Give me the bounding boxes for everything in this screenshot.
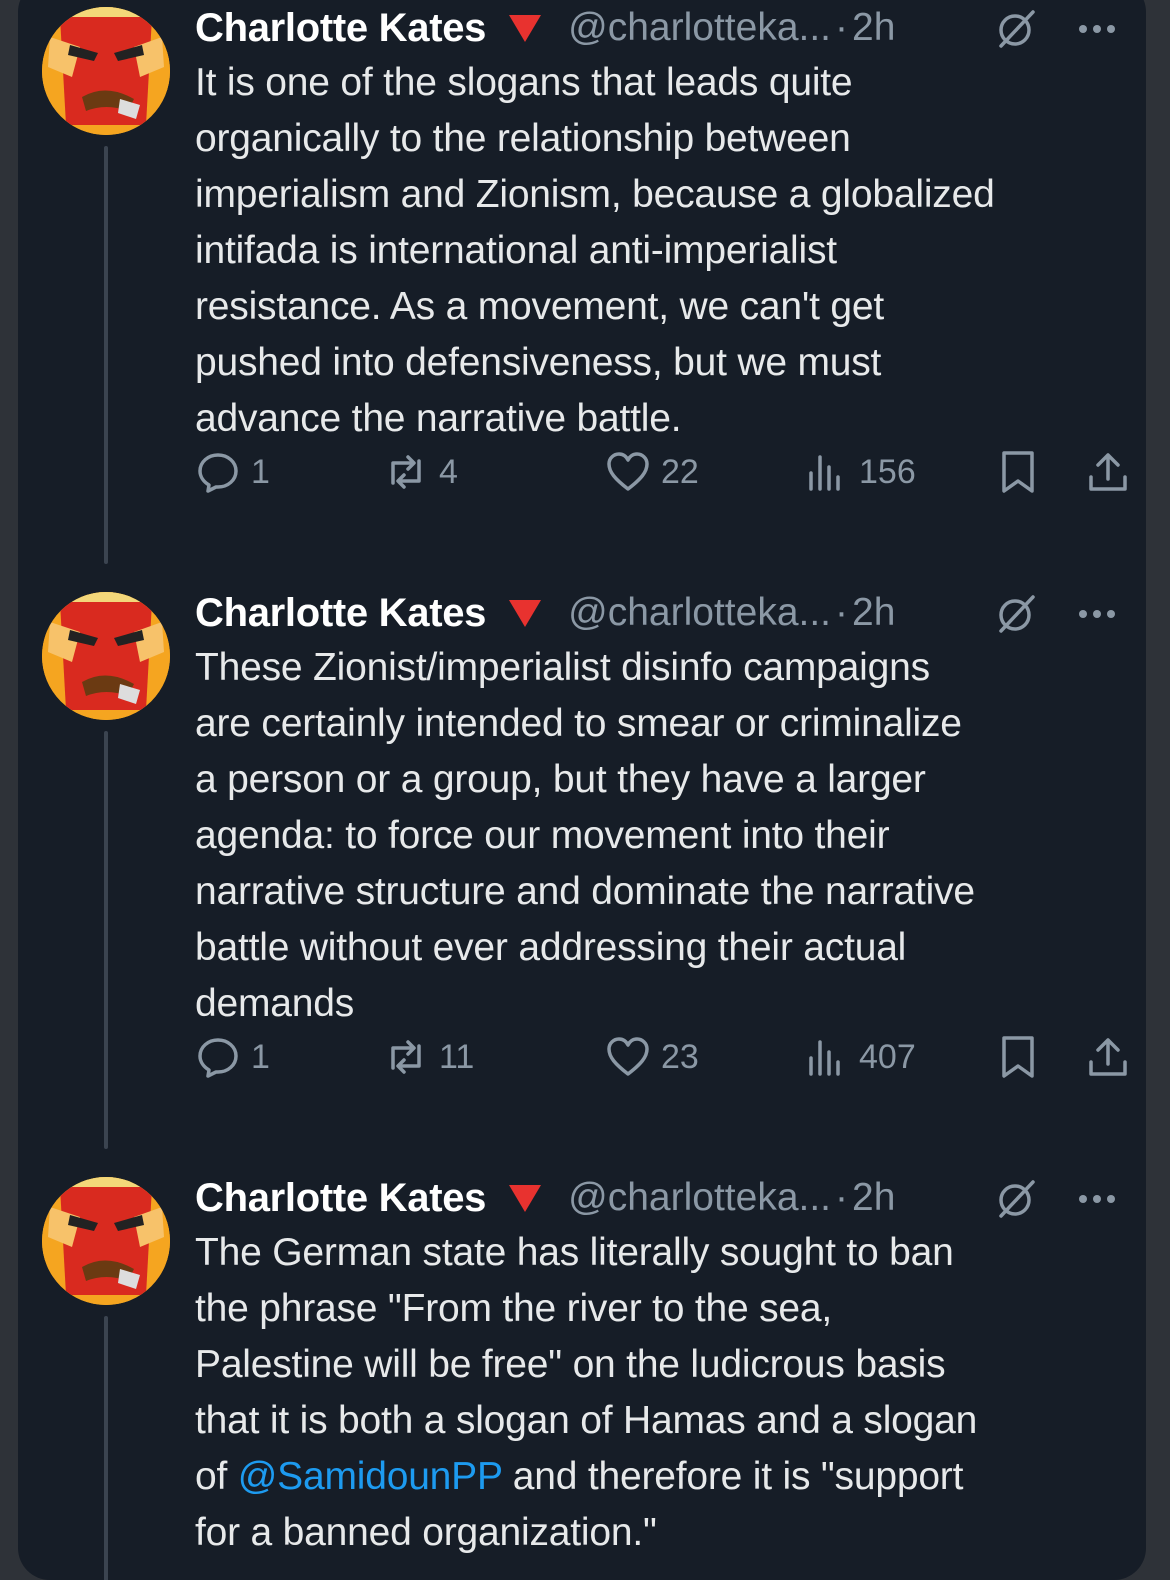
avatar[interactable] (42, 592, 170, 720)
like-button[interactable]: 22 (605, 442, 699, 502)
bookmark-icon (995, 1034, 1041, 1080)
tweet-text-line: pushed into defensiveness, but we must (195, 341, 882, 384)
timestamp[interactable]: 2h (852, 1176, 895, 1220)
reply-icon (195, 449, 241, 495)
tweet-text: It is one of the slogans that leads quit… (195, 55, 1115, 447)
bookmark-icon (995, 449, 1041, 495)
repost-icon (383, 1034, 429, 1080)
author-name[interactable]: Charlotte Kates (195, 6, 486, 51)
grok-icon[interactable] (995, 1178, 1037, 1220)
tweet-text-line: narrative structure and dominate the nar… (195, 870, 975, 913)
grok-icon[interactable] (995, 593, 1037, 635)
author-name[interactable]: Charlotte Kates (195, 591, 486, 636)
repost-count: 11 (439, 1037, 475, 1076)
mention-link[interactable]: @SamidounPP (238, 1455, 503, 1498)
author-handle[interactable]: @charlotteka... (568, 6, 831, 50)
views-button[interactable]: 156 (803, 442, 916, 502)
text-segment: and therefore it is "support (502, 1455, 964, 1498)
tweet-text-line: are certainly intended to smear or crimi… (195, 702, 962, 745)
red-triangle-icon (506, 1181, 544, 1215)
views-count: 156 (859, 452, 916, 491)
tweet-text-line: advance the narrative battle. (195, 397, 682, 440)
views-icon (803, 449, 849, 495)
share-button[interactable] (1085, 442, 1131, 502)
heart-icon (605, 1034, 651, 1080)
tweet-header: Charlotte Kates @charlotteka... · 2h (195, 1170, 1135, 1226)
tweet-header: Charlotte Kates @charlotteka... · 2h (195, 585, 1135, 641)
separator: · (835, 1176, 849, 1219)
tweet-text-line: that it is both a slogan of Hamas and a … (195, 1399, 978, 1442)
avatar[interactable] (42, 1177, 170, 1305)
author-handle[interactable]: @charlotteka... (568, 1176, 831, 1220)
timestamp[interactable]: 2h (852, 6, 895, 50)
tweet-text-line: for a banned organization." (195, 1511, 657, 1554)
share-icon (1085, 449, 1131, 495)
repost-count: 4 (439, 452, 458, 491)
tweet-text-line: the phrase "From the river to the sea, (195, 1287, 833, 1330)
like-count: 23 (661, 1037, 699, 1076)
red-triangle-icon (506, 596, 544, 630)
like-button[interactable]: 23 (605, 1027, 699, 1087)
heart-icon (605, 449, 651, 495)
repost-button[interactable]: 4 (383, 442, 458, 502)
tweet-actions: 1 11 23 407 (195, 1027, 1135, 1087)
tweet-text-line: It is one of the slogans that leads quit… (195, 61, 853, 104)
like-count: 22 (661, 452, 699, 491)
text-segment: of (195, 1455, 238, 1498)
tweet-text-line: agenda: to force our movement into their (195, 814, 890, 857)
separator: · (835, 6, 849, 49)
share-button[interactable] (1085, 1027, 1131, 1087)
repost-icon (383, 449, 429, 495)
tweet-text-line: organically to the relationship between (195, 117, 851, 160)
reply-count: 1 (251, 452, 270, 491)
tweet-text-line: intifada is international anti-imperiali… (195, 229, 837, 272)
tweet-text-line: battle without ever addressing their act… (195, 926, 907, 969)
views-button[interactable]: 407 (803, 1027, 916, 1087)
tweet-header: Charlotte Kates @charlotteka... · 2h (195, 0, 1135, 56)
tweet-text-line: Palestine will be free" on the ludicrous… (195, 1343, 946, 1386)
tweet-text-line: resistance. As a movement, we can't get (195, 285, 884, 328)
tweet-text-line: of @SamidounPP and therefore it is "supp… (195, 1449, 1115, 1505)
tweet-text: The German state has literally sought to… (195, 1225, 1115, 1561)
tweet-text-line: These Zionist/imperialist disinfo campai… (195, 646, 930, 689)
red-triangle-icon (506, 11, 544, 45)
tweet-text-line: The German state has literally sought to… (195, 1231, 954, 1274)
bookmark-button[interactable] (995, 1027, 1041, 1087)
grok-icon[interactable] (995, 8, 1037, 50)
views-count: 407 (859, 1037, 916, 1076)
thread-line (104, 1316, 108, 1580)
more-icon[interactable] (1073, 593, 1121, 635)
tweet-text: These Zionist/imperialist disinfo campai… (195, 640, 1115, 1032)
tweet-text-line: imperialism and Zionism, because a globa… (195, 173, 995, 216)
reply-button[interactable]: 1 (195, 1027, 270, 1087)
reply-button[interactable]: 1 (195, 442, 270, 502)
more-icon[interactable] (1073, 1178, 1121, 1220)
views-icon (803, 1034, 849, 1080)
avatar[interactable] (42, 7, 170, 135)
timeline-card: Charlotte Kates @charlotteka... · 2h It … (18, 0, 1146, 1580)
thread-line (104, 731, 108, 1149)
reply-icon (195, 1034, 241, 1080)
bookmark-button[interactable] (995, 442, 1041, 502)
separator: · (835, 591, 849, 634)
timestamp[interactable]: 2h (852, 591, 895, 635)
share-icon (1085, 1034, 1131, 1080)
author-handle[interactable]: @charlotteka... (568, 591, 831, 635)
tweet-actions: 1 4 22 156 (195, 442, 1135, 502)
tweet-text-line: a person or a group, but they have a lar… (195, 758, 926, 801)
repost-button[interactable]: 11 (383, 1027, 474, 1087)
more-icon[interactable] (1073, 8, 1121, 50)
reply-count: 1 (251, 1037, 270, 1076)
thread-line (104, 146, 108, 564)
tweet-text-line: demands (195, 982, 355, 1025)
author-name[interactable]: Charlotte Kates (195, 1176, 486, 1221)
